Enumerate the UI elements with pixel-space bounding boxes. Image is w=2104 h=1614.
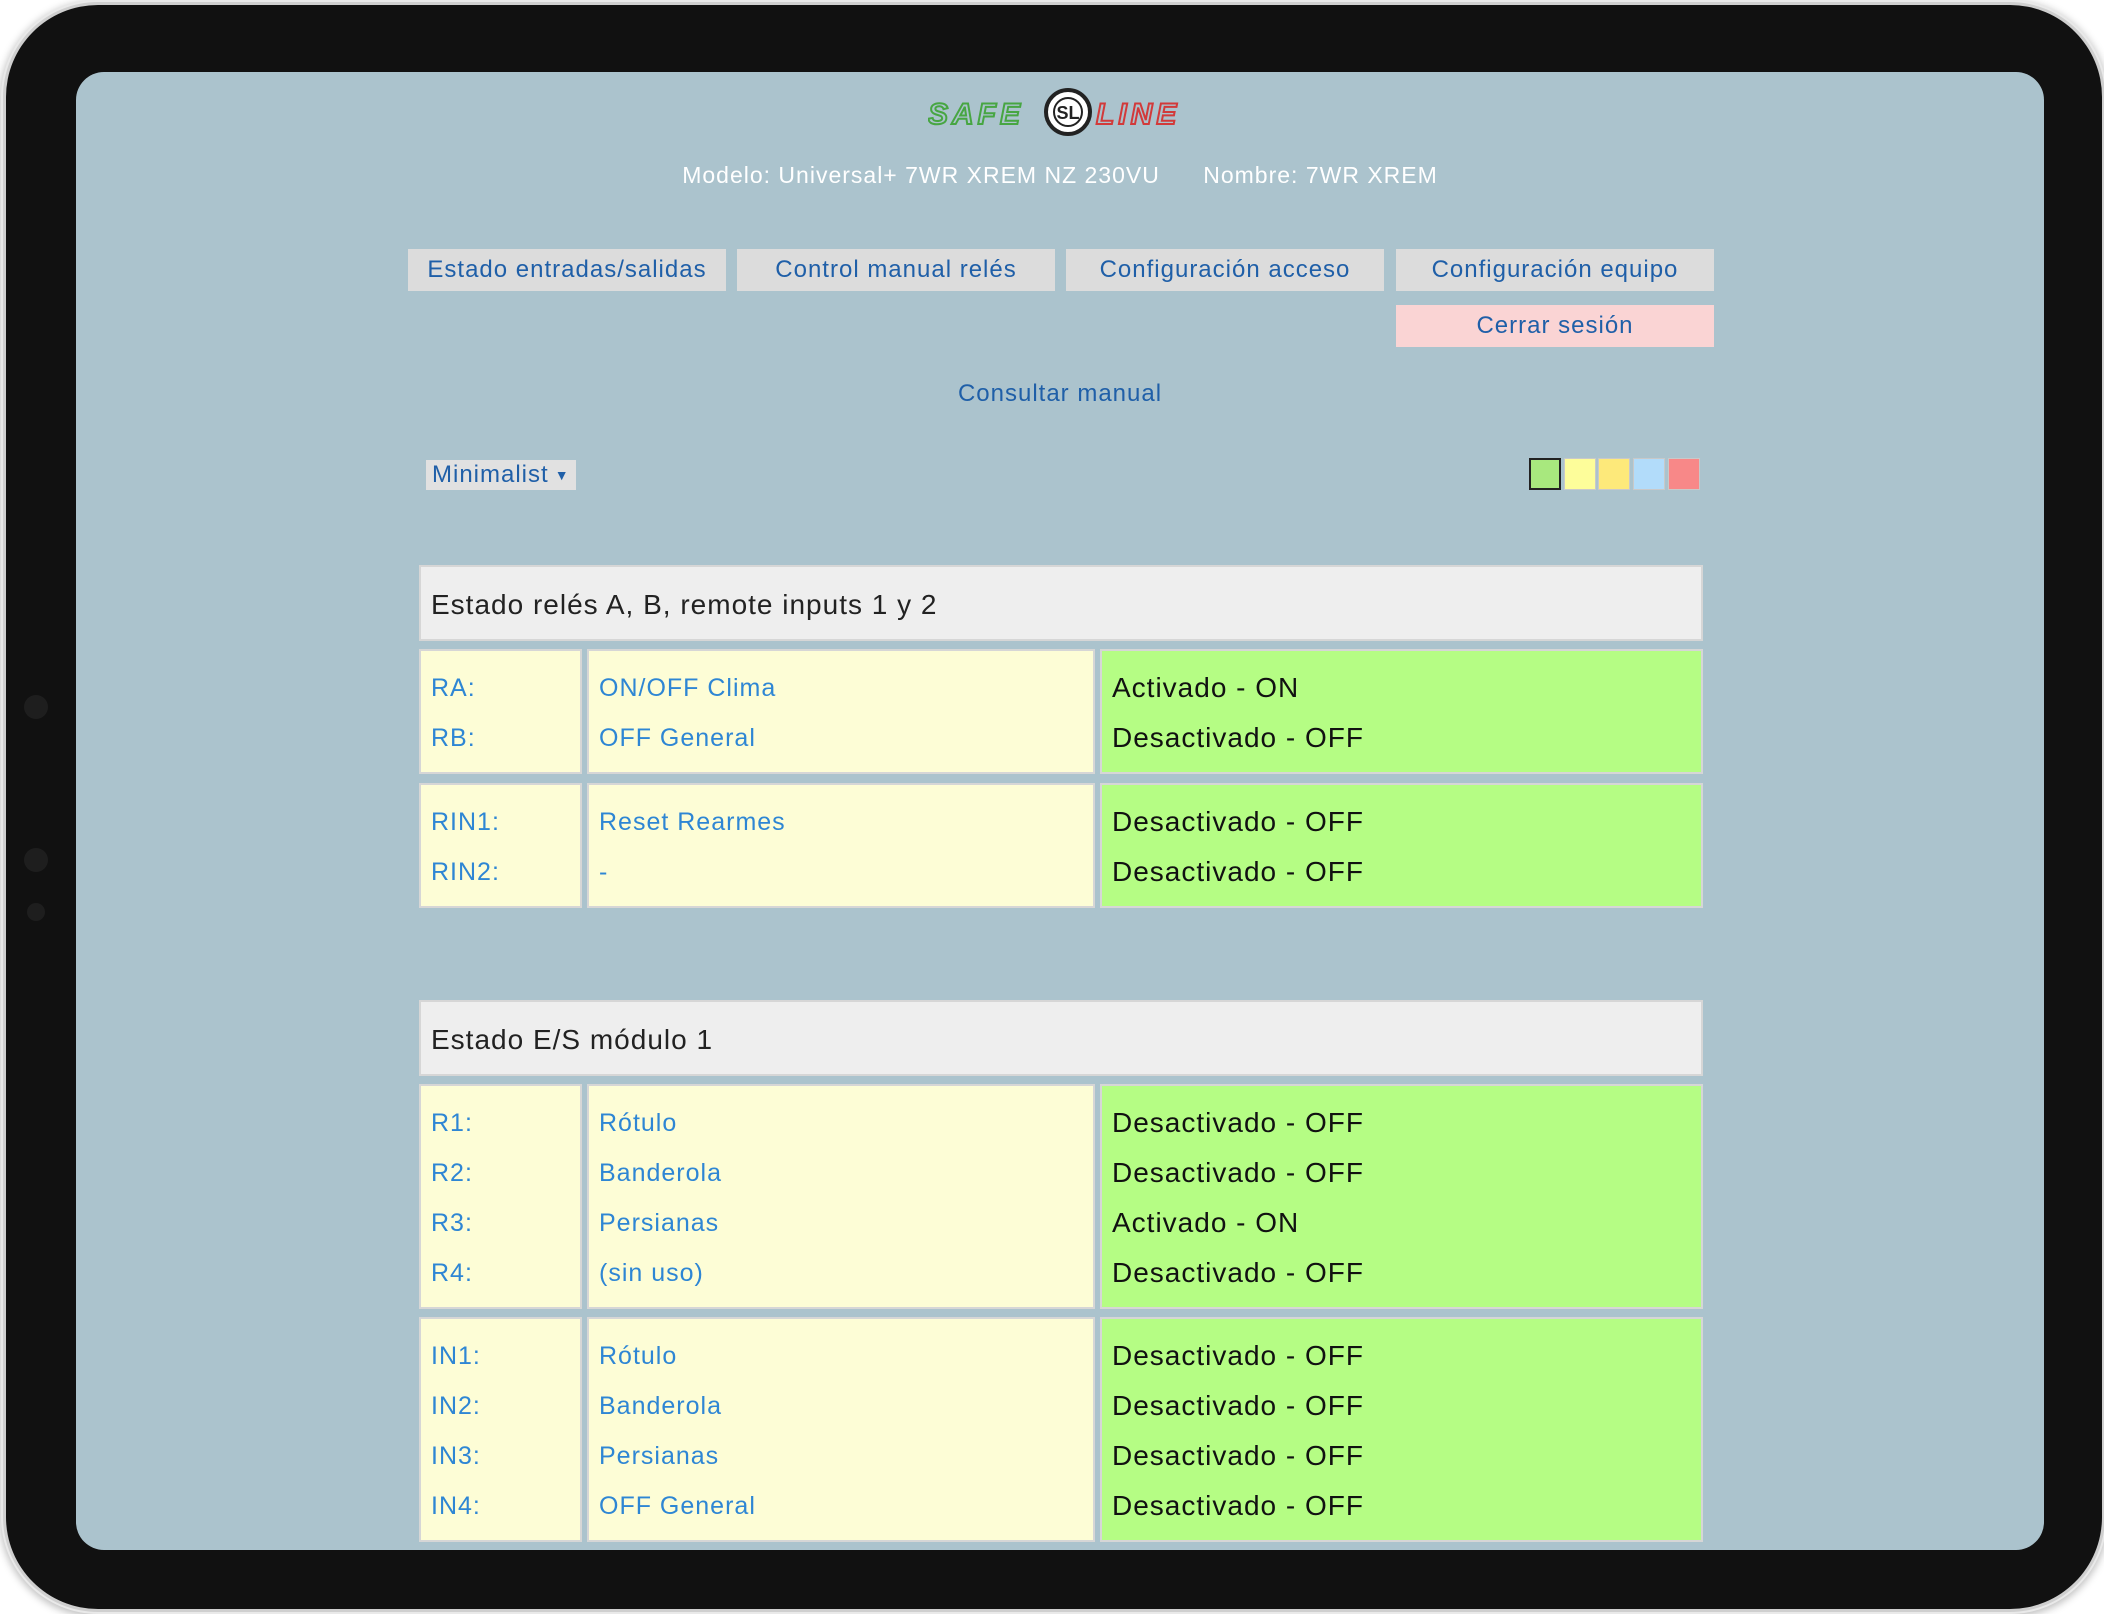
- io-state: Desactivado - OFF: [1112, 1107, 1364, 1138]
- screen: SAFE SL LINE Modelo: Universal+ 7WR XREM…: [76, 72, 2044, 1550]
- io-state: Activado - ON: [1112, 672, 1300, 703]
- theme-swatch-green[interactable]: [1529, 458, 1561, 490]
- theme-swatch-blue[interactable]: [1633, 458, 1665, 490]
- io-name: Persianas: [599, 1209, 720, 1237]
- svg-text:SAFE: SAFE: [928, 98, 1024, 131]
- side-camera: [24, 695, 48, 719]
- io-state: Desactivado - OFF: [1112, 806, 1364, 837]
- io-state: Activado - ON: [1112, 1207, 1300, 1238]
- labels-cell: RA: RB:: [419, 649, 582, 774]
- theme-select-value: Minimalist: [432, 461, 549, 488]
- logout-button[interactable]: Cerrar sesión: [1396, 305, 1714, 347]
- io-name: Banderola: [599, 1392, 722, 1420]
- nav-io-status-button[interactable]: Estado entradas/salidas: [408, 249, 726, 291]
- side-sensor: [24, 848, 48, 872]
- section-header-module-1: Estado E/S módulo 1: [419, 1000, 1703, 1076]
- io-name: OFF General: [599, 1492, 756, 1520]
- states-cell: Desactivado - OFF Desactivado - OFF Acti…: [1100, 1084, 1703, 1309]
- io-label: IN4:: [431, 1492, 481, 1520]
- states-cell: Activado - ON Desactivado - OFF: [1100, 649, 1703, 774]
- chevron-down-icon: ▼: [554, 467, 570, 483]
- io-state: Desactivado - OFF: [1112, 1257, 1364, 1288]
- manual-link[interactable]: Consultar manual: [76, 380, 2044, 408]
- svg-text:LINE: LINE: [1096, 98, 1180, 131]
- io-label: R4:: [431, 1259, 473, 1287]
- labels-cell: RIN1: RIN2:: [419, 783, 582, 908]
- nav-device-config-button[interactable]: Configuración equipo: [1396, 249, 1714, 291]
- io-label: R2:: [431, 1159, 473, 1187]
- labels-cell: IN1: IN2: IN3: IN4:: [419, 1317, 582, 1542]
- side-microphone: [27, 903, 45, 921]
- io-label: RIN2:: [431, 858, 500, 886]
- io-state: Desactivado - OFF: [1112, 1440, 1364, 1471]
- io-label: RA:: [431, 674, 476, 702]
- io-label: R1:: [431, 1109, 473, 1137]
- model-label: Modelo: Universal+ 7WR XREM NZ 230VU: [682, 162, 1160, 188]
- io-name: Banderola: [599, 1159, 722, 1187]
- names-cell: ON/OFF Clima OFF General: [587, 649, 1095, 774]
- device-info: Modelo: Universal+ 7WR XREM NZ 230VU Nom…: [76, 162, 2044, 189]
- theme-swatch-red[interactable]: [1668, 458, 1700, 490]
- names-cell: Reset Rearmes -: [587, 783, 1095, 908]
- labels-cell: R1: R2: R3: R4:: [419, 1084, 582, 1309]
- svg-text:SL: SL: [1056, 103, 1079, 123]
- io-state: Desactivado - OFF: [1112, 856, 1364, 887]
- io-name: Rótulo: [599, 1109, 678, 1137]
- names-cell: Rótulo Banderola Persianas OFF General: [587, 1317, 1095, 1542]
- io-name: Reset Rearmes: [599, 808, 786, 836]
- io-state: Desactivado - OFF: [1112, 1340, 1364, 1371]
- io-state: Desactivado - OFF: [1112, 722, 1364, 753]
- io-state: Desactivado - OFF: [1112, 1157, 1364, 1188]
- io-name: -: [599, 858, 609, 886]
- io-name: ON/OFF Clima: [599, 674, 777, 702]
- io-state: Desactivado - OFF: [1112, 1390, 1364, 1421]
- states-cell: Desactivado - OFF Desactivado - OFF: [1100, 783, 1703, 908]
- names-cell: Rótulo Banderola Persianas (sin uso): [587, 1084, 1095, 1309]
- theme-swatch-gold[interactable]: [1598, 458, 1630, 490]
- io-state: Desactivado - OFF: [1112, 1490, 1364, 1521]
- safeline-logo: SAFE SL LINE: [928, 88, 1180, 136]
- theme-swatch-yellow[interactable]: [1564, 458, 1596, 490]
- io-label: IN2:: [431, 1392, 481, 1420]
- io-name: Rótulo: [599, 1342, 678, 1370]
- nav-access-config-button[interactable]: Configuración acceso: [1066, 249, 1384, 291]
- io-label: RB:: [431, 724, 476, 752]
- io-name: (sin uso): [599, 1259, 704, 1287]
- io-label: IN3:: [431, 1442, 481, 1470]
- io-label: IN1:: [431, 1342, 481, 1370]
- io-label: R3:: [431, 1209, 473, 1237]
- theme-select[interactable]: Minimalist ▼: [426, 460, 576, 490]
- name-label: Nombre: 7WR XREM: [1203, 162, 1438, 188]
- section-header-relays: Estado relés A, B, remote inputs 1 y 2: [419, 565, 1703, 641]
- io-name: OFF General: [599, 724, 756, 752]
- states-cell: Desactivado - OFF Desactivado - OFF Desa…: [1100, 1317, 1703, 1542]
- io-name: Persianas: [599, 1442, 720, 1470]
- tablet-frame: SAFE SL LINE Modelo: Universal+ 7WR XREM…: [6, 5, 2102, 1609]
- nav-manual-relay-button[interactable]: Control manual relés: [737, 249, 1055, 291]
- io-label: RIN1:: [431, 808, 500, 836]
